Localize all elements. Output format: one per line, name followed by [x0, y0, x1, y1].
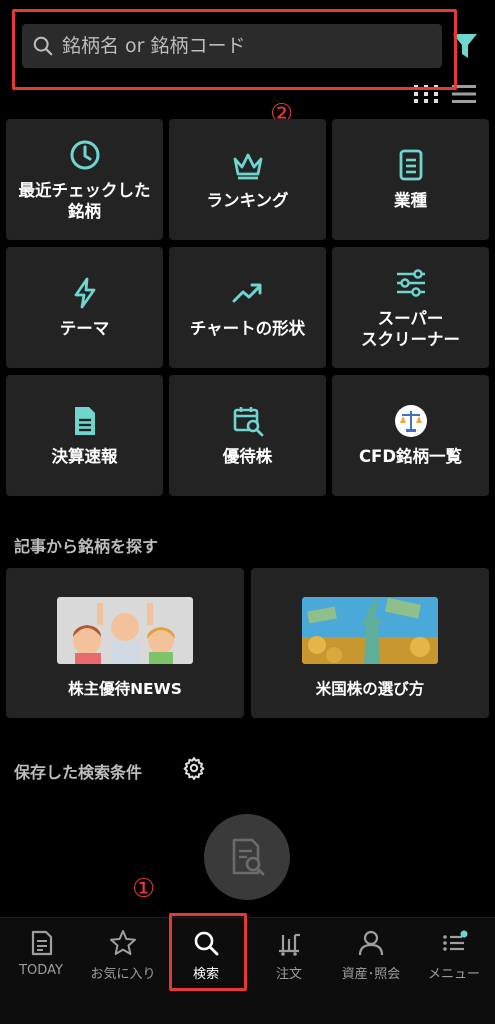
document-search-icon — [232, 838, 265, 876]
tile-earnings[interactable]: 決算速報 — [6, 375, 163, 496]
newspaper-icon — [31, 930, 53, 956]
tile-recent[interactable]: 最近チェックした 銘柄 — [6, 119, 163, 240]
crown-icon — [233, 153, 262, 180]
bottom-nav: TODAY お気に入り 検索 注文 資産･照会 メニュー — [0, 917, 495, 1024]
tile-yutai[interactable]: 優待株 — [169, 375, 326, 496]
filter-icon[interactable] — [452, 32, 478, 60]
nav-label: 検索 — [192, 967, 219, 982]
nav-label: お気に入り — [90, 967, 156, 982]
tile-label: 業種 — [394, 191, 427, 210]
article-label: 米国株の選び方 — [315, 680, 425, 698]
tile-label: CFD銘柄一覧 — [358, 447, 463, 466]
tile-label: チャートの形状 — [189, 319, 306, 338]
clock-icon — [70, 140, 99, 169]
cart-icon — [279, 933, 300, 956]
saved-section-title: 保存した検索条件 — [14, 763, 143, 782]
nav-item-assets[interactable]: 資産･照会 — [330, 918, 412, 992]
tile-industry[interactable]: 業種 — [332, 119, 489, 240]
tile-label: 優待株 — [222, 447, 273, 466]
tile-label: スーパー スクリーナー — [361, 308, 460, 349]
family-illustration-image — [57, 597, 193, 664]
nav-label: 資産･照会 — [341, 967, 401, 982]
article-card-yutai-news[interactable]: 株主優待NEWS — [6, 568, 244, 718]
calendar-search-icon — [233, 407, 263, 437]
tile-ranking[interactable]: ランキング — [169, 119, 326, 240]
article-label: 株主優待NEWS — [68, 680, 182, 698]
search-icon — [33, 36, 53, 56]
article-card-us-stocks[interactable]: 米国株の選び方 — [251, 568, 489, 718]
nav-label: 注文 — [275, 967, 302, 982]
nav-label: TODAY — [19, 963, 63, 978]
scale-icon — [394, 405, 427, 437]
tile-label: ランキング — [206, 191, 289, 210]
callout-one: ① — [132, 874, 156, 904]
sliders-icon — [396, 268, 425, 297]
nav-label: メニュー — [427, 967, 480, 982]
nav-item-order[interactable]: 注文 — [248, 918, 330, 992]
articles-section-title: 記事から銘柄を探す — [14, 537, 159, 556]
star-icon — [110, 930, 136, 955]
list-view-icon[interactable] — [450, 82, 478, 106]
search-bar[interactable] — [22, 24, 442, 68]
report-icon — [74, 407, 95, 435]
document-icon — [399, 149, 422, 181]
menu-list-icon — [443, 930, 468, 951]
tile-label: 決算速報 — [51, 447, 118, 466]
tile-super-screener[interactable]: スーパー スクリーナー — [332, 247, 489, 368]
search-input[interactable] — [62, 35, 442, 57]
nav-item-search[interactable]: 検索 — [165, 918, 247, 992]
search-icon — [194, 931, 219, 956]
tile-label: 最近チェックした 銘柄 — [18, 180, 151, 221]
tile-cfd[interactable]: CFD銘柄一覧 — [332, 375, 489, 496]
grid-view-icon[interactable] — [412, 82, 440, 106]
statue-of-liberty-image — [302, 597, 438, 664]
trend-up-icon — [232, 283, 261, 303]
nav-item-menu[interactable]: メニュー — [413, 918, 495, 992]
empty-saved-search-placeholder — [204, 814, 290, 900]
lightning-icon — [74, 277, 95, 309]
nav-item-today[interactable]: TODAY — [0, 918, 82, 992]
tile-chart-shape[interactable]: チャートの形状 — [169, 247, 326, 368]
tile-label: テーマ — [59, 319, 110, 338]
nav-item-favorites[interactable]: お気に入り — [82, 918, 164, 992]
gear-icon[interactable] — [182, 756, 206, 780]
tile-theme[interactable]: テーマ — [6, 247, 163, 368]
person-icon — [358, 930, 384, 956]
